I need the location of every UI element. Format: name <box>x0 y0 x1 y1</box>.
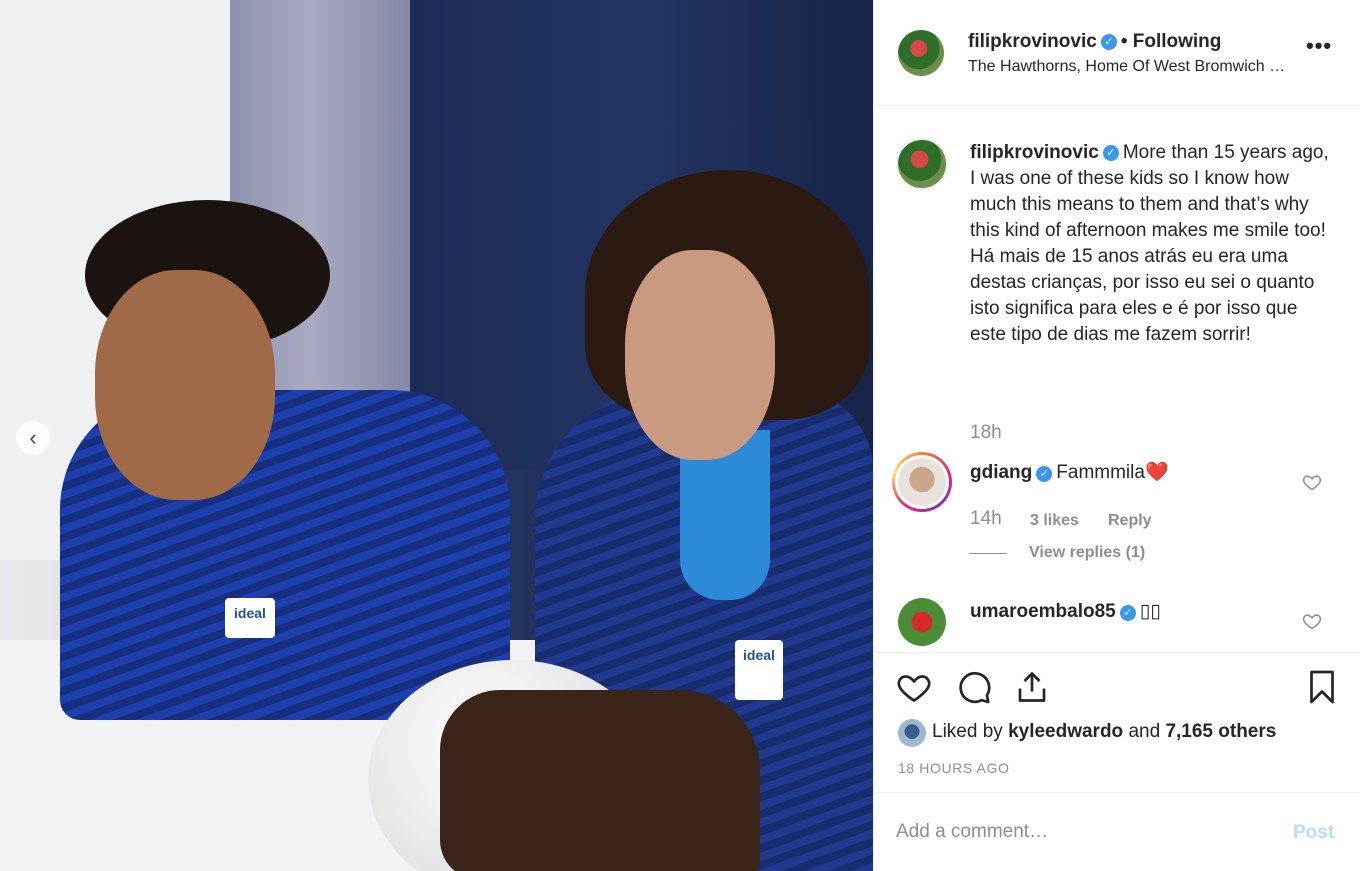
comment-text: ▯▯ <box>1139 601 1161 622</box>
likes-count-link[interactable]: 7,165 others <box>1165 721 1276 742</box>
verified-badge-icon: ✓ <box>1036 465 1053 482</box>
comment-author-username[interactable]: umaroembalo85 <box>970 601 1116 622</box>
comment-bubble-icon[interactable] <box>956 669 992 705</box>
avatar[interactable] <box>898 719 926 747</box>
post-timestamp[interactable]: 18 HOURS AGO <box>898 760 1009 776</box>
comment-like-count[interactable]: 3 likes <box>1030 512 1079 530</box>
avatar[interactable] <box>898 30 944 76</box>
comment: gdiang ✓ Fammmila❤️ <box>970 460 1169 484</box>
post-side-panel: filipkrovinovic ✓ • Following The Hawthorn… <box>873 0 1360 871</box>
post-photo[interactable]: ideal ideal ‹ <box>0 0 873 871</box>
photo-player-left-face <box>95 270 275 500</box>
liked-by-username[interactable]: kyleedwardo <box>1008 721 1123 742</box>
post-author-line: filipkrovinovic ✓ • Following <box>968 31 1221 53</box>
post-actions: Liked by kyleedwardo and 7,165 others 18… <box>874 652 1360 792</box>
likes-prefix: Liked by <box>932 721 1003 742</box>
post-comment-button[interactable]: Post <box>1293 822 1334 844</box>
comment-input[interactable] <box>896 815 1256 849</box>
previous-photo-button[interactable]: ‹ <box>16 421 50 455</box>
verified-badge-icon: ✓ <box>1102 144 1119 161</box>
caption-text: More than 15 years ago, I was one of the… <box>970 142 1329 345</box>
comment: umaroembalo85 ✓ ▯▯ <box>970 600 1161 623</box>
like-comment-heart-icon[interactable] <box>1302 472 1322 492</box>
caption-timestamp[interactable]: 18h <box>970 422 1002 444</box>
save-bookmark-icon[interactable] <box>1304 669 1340 705</box>
likes-summary: Liked by kyleedwardo and 7,165 others <box>932 721 1276 743</box>
more-options-icon[interactable]: ••• <box>1306 33 1332 59</box>
comment-timestamp[interactable]: 14h <box>970 508 1002 530</box>
avatar[interactable] <box>898 458 946 506</box>
like-comment-heart-icon[interactable] <box>1302 611 1322 631</box>
comments-list[interactable]: filipkrovinovic ✓ More than 15 years ago, … <box>874 106 1360 652</box>
chevron-left-icon: ‹ <box>29 425 37 450</box>
photo-sponsor-badge: ideal <box>225 598 275 638</box>
like-heart-icon[interactable] <box>896 669 932 705</box>
post-author-username[interactable]: filipkrovinovic <box>968 31 1097 52</box>
photo-hand <box>440 690 760 871</box>
avatar[interactable] <box>896 138 948 190</box>
view-replies-button[interactable]: View replies (1) <box>1029 544 1145 562</box>
photo-player-right-face <box>625 250 775 460</box>
divider <box>970 553 1006 554</box>
comment-text: Fammmila❤️ <box>1056 462 1169 483</box>
verified-badge-icon: ✓ <box>1119 604 1136 621</box>
reply-button[interactable]: Reply <box>1108 512 1152 530</box>
comment-author-username[interactable]: gdiang <box>970 462 1032 483</box>
share-upload-icon[interactable] <box>1014 669 1050 705</box>
story-ring[interactable] <box>892 452 952 512</box>
avatar[interactable] <box>898 598 946 646</box>
post-header: filipkrovinovic ✓ • Following The Hawthorn… <box>874 0 1360 106</box>
following-status[interactable]: • Following <box>1121 31 1222 52</box>
caption-author-username[interactable]: filipkrovinovic <box>970 142 1099 163</box>
post-caption: filipkrovinovic ✓ More than 15 years ago, … <box>970 140 1330 348</box>
add-comment-bar: Post <box>874 792 1360 871</box>
verified-badge-icon: ✓ <box>1100 33 1117 50</box>
photo-sponsor-badge: ideal <box>735 640 783 700</box>
likes-connector: and <box>1128 721 1161 742</box>
post-location[interactable]: The Hawthorns, Home Of West Bromwich … <box>968 58 1333 76</box>
